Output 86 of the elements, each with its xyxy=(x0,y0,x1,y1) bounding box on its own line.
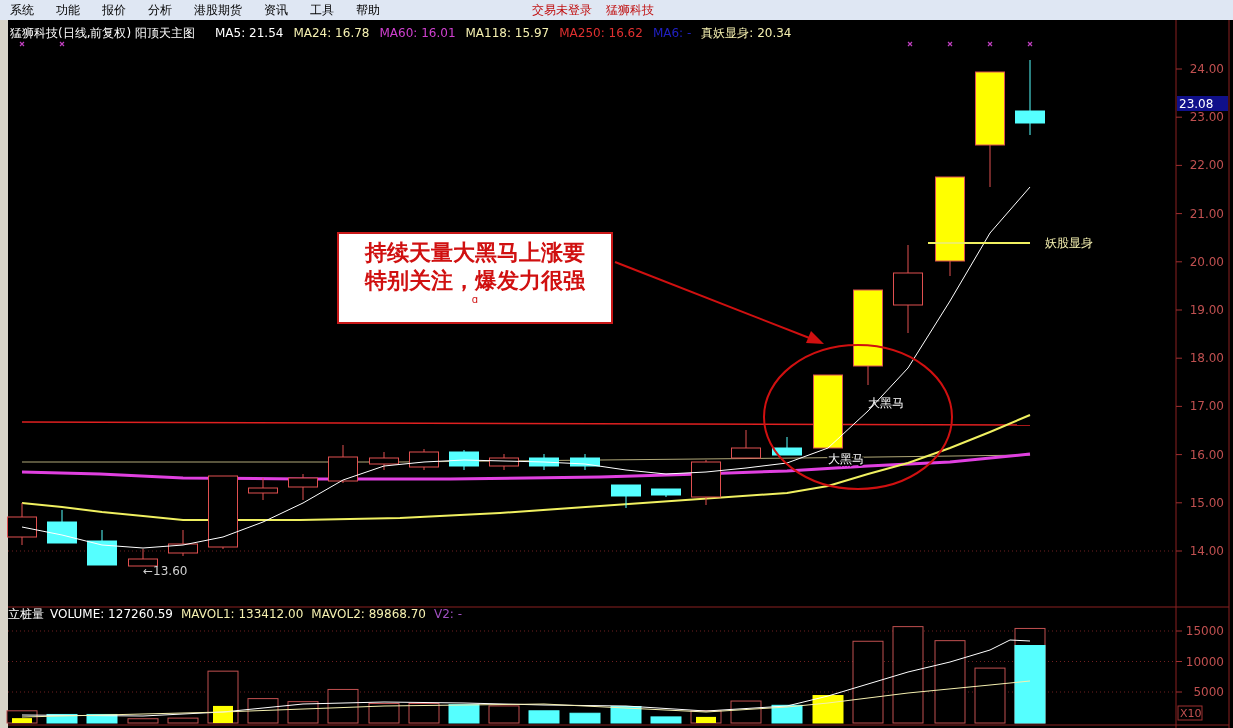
candlestick xyxy=(248,477,278,501)
indicator-value: MA60: 16.01 xyxy=(379,26,456,40)
axis-label: 10000 xyxy=(1185,654,1224,669)
cross-mark xyxy=(1027,41,1033,47)
volume-bar xyxy=(974,667,1006,724)
menu-item[interactable]: 工具 xyxy=(300,1,346,19)
candlestick xyxy=(128,548,158,567)
indicator-value: MA250: 16.62 xyxy=(559,26,643,40)
indicator-value: MAVOL2: 89868.70 xyxy=(311,607,426,621)
candlestick xyxy=(409,448,439,471)
menu-item[interactable]: 分析 xyxy=(138,1,184,19)
candlestick xyxy=(731,429,761,459)
axis-label: 23.00 xyxy=(1189,110,1224,125)
volume-bar xyxy=(812,695,844,724)
volume-bar xyxy=(528,710,560,724)
candlestick xyxy=(7,502,37,546)
menu-item[interactable]: 系统 xyxy=(0,1,46,19)
axis-label: 24.00 xyxy=(1189,62,1224,76)
axis-label: 22.00 xyxy=(1189,158,1224,173)
candlestick xyxy=(529,453,559,471)
axis-label: 16.00 xyxy=(1189,447,1224,462)
indicator-value: V2: - xyxy=(434,607,463,621)
volume-bar xyxy=(408,703,440,724)
axis-label: 17.00 xyxy=(1189,399,1224,414)
menu-item[interactable]: 帮助 xyxy=(346,1,392,19)
volume-bar xyxy=(127,718,159,724)
cross-mark xyxy=(987,41,993,47)
candlestick xyxy=(772,436,802,456)
candlestick xyxy=(449,449,479,471)
last-price-tag: 23.08 xyxy=(1177,96,1228,111)
volume-bar xyxy=(368,703,400,724)
indicator-value: MA6: - xyxy=(652,26,692,40)
candle-label: 大黑马 xyxy=(868,396,904,410)
menu-item[interactable]: 报价 xyxy=(92,1,138,19)
cross-mark xyxy=(907,41,913,47)
volume-bar xyxy=(207,670,239,724)
axis-label: 20.00 xyxy=(1189,254,1224,269)
menu-item[interactable]: 资讯 xyxy=(254,1,300,19)
axis-label: 15000 xyxy=(1185,624,1224,638)
scale-label: X10 xyxy=(1177,705,1203,721)
low-price-label: ←13.60 xyxy=(143,564,188,578)
menu-item[interactable]: 港股期货 xyxy=(184,1,254,19)
candlestick xyxy=(691,459,721,506)
candlestick xyxy=(47,509,77,544)
candlestick xyxy=(611,484,641,509)
cross-mark xyxy=(947,41,953,47)
candlestick xyxy=(489,453,519,471)
chart-title: 猛狮科技(日线,前复权) 阳顶天主图 xyxy=(10,26,195,40)
volume-bar xyxy=(771,704,803,724)
callout-text: 持续天量大黑马上涨要特别关注，爆发力很强 xyxy=(365,238,585,294)
cross-mark xyxy=(59,41,65,47)
volume-bar xyxy=(730,700,762,724)
indicator-value: MAVOL1: 133412.00 xyxy=(181,607,304,621)
axis-label: 5000 xyxy=(1193,685,1224,699)
volume-bar xyxy=(488,705,520,724)
indicator-value: VOLUME: 127260.59 xyxy=(50,607,173,621)
axis-label: 18.00 xyxy=(1189,351,1224,366)
volume-bar xyxy=(569,712,601,724)
indicator-value: 真妖显身: 20.34 xyxy=(701,26,792,40)
callout-note: ɑ xyxy=(471,294,479,306)
indicator-value: MA118: 15.97 xyxy=(465,26,550,40)
axis-label: 15.00 xyxy=(1189,495,1224,510)
candlestick xyxy=(570,453,600,471)
volume-bar xyxy=(86,713,118,724)
volume-bar xyxy=(327,688,359,724)
candlestick xyxy=(168,529,198,557)
cross-mark xyxy=(19,41,25,47)
menu-item[interactable]: 功能 xyxy=(46,1,92,19)
volume-bar xyxy=(650,716,682,724)
axis-label: 19.00 xyxy=(1189,303,1224,317)
status-text: 交易未登录 xyxy=(532,1,592,19)
axis-label: 14.00 xyxy=(1189,544,1224,558)
axis-label: 21.00 xyxy=(1189,206,1224,221)
candlestick xyxy=(87,529,117,566)
candlestick xyxy=(369,451,399,471)
volume-title: 立桩量 xyxy=(8,607,44,621)
candlestick xyxy=(288,473,318,501)
indicator-value: MA5: 21.54 xyxy=(215,26,284,40)
indicator-value: MA24: 16.78 xyxy=(293,26,370,40)
candlestick xyxy=(328,444,358,484)
volume-bar xyxy=(448,704,480,724)
volume-bar xyxy=(167,717,199,724)
status-text: 猛狮科技 xyxy=(606,1,654,19)
candlestick xyxy=(651,488,681,498)
signal-label: 妖股显身 xyxy=(1045,236,1093,250)
volume-bar xyxy=(46,713,78,724)
